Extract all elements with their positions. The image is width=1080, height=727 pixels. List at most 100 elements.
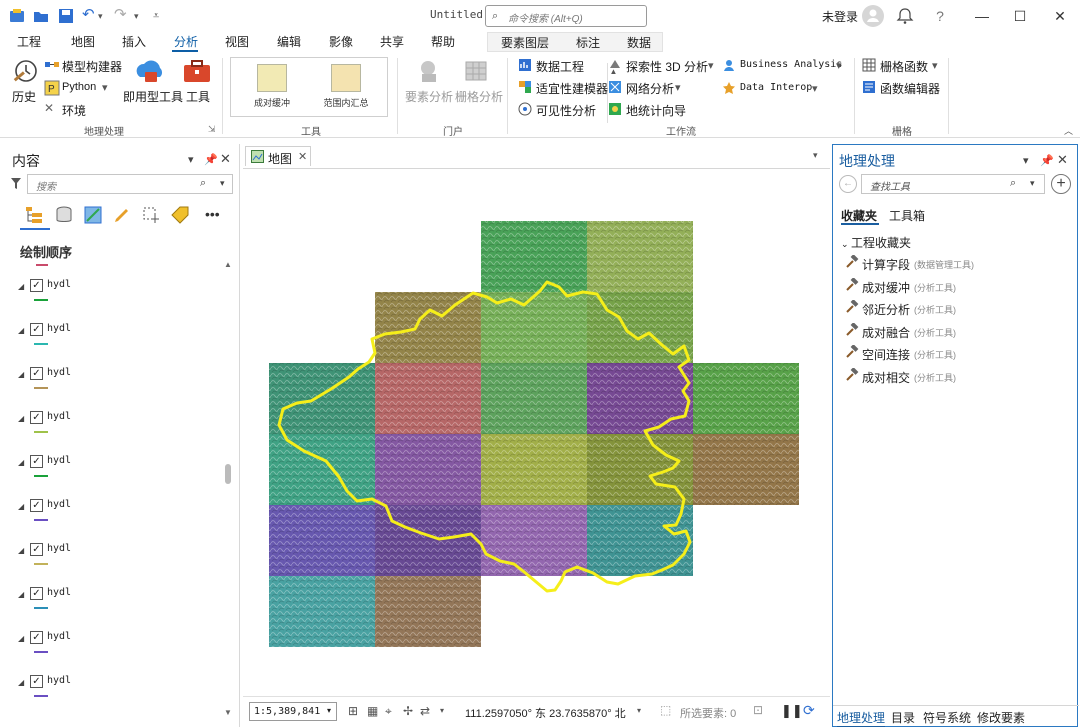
tab-edit[interactable]: 编辑 bbox=[277, 33, 301, 50]
project-icon[interactable] bbox=[8, 7, 26, 25]
map-drawing[interactable] bbox=[243, 169, 830, 697]
list-by-labeling-icon[interactable] bbox=[170, 205, 190, 225]
refresh-layer-icon[interactable]: ⊡ bbox=[753, 703, 763, 717]
dialog-launcher-icon[interactable]: ⇲ bbox=[208, 124, 216, 135]
search-icon[interactable]: ⌕ bbox=[1010, 177, 1016, 190]
exploratory-3d-dropdown-icon[interactable]: ▾ bbox=[708, 59, 714, 72]
map-canvas[interactable] bbox=[243, 168, 830, 696]
business-analysis-button[interactable]: Business Analysis bbox=[740, 59, 842, 70]
list-by-editing-icon[interactable] bbox=[112, 205, 132, 225]
model-builder-button[interactable]: 模型构建器 bbox=[62, 58, 122, 75]
raster-analysis-button[interactable]: 栅格分析 bbox=[455, 88, 503, 105]
search-icon[interactable]: ⌕ bbox=[200, 177, 206, 190]
pane-options-icon[interactable]: ▾ bbox=[188, 153, 194, 166]
help-icon[interactable]: ? bbox=[930, 6, 950, 26]
tab-project[interactable]: 工程 bbox=[17, 33, 41, 50]
data-interop-button[interactable]: Data Interop bbox=[740, 82, 812, 93]
map-tab[interactable]: 地图 ✕ bbox=[245, 146, 311, 166]
raster-functions-button[interactable]: 栅格函数 bbox=[880, 58, 928, 75]
layer-item[interactable]: ◢ ✓ hydl bbox=[18, 322, 218, 366]
map-tab-list-icon[interactable]: ▾ bbox=[813, 150, 818, 161]
environments-button[interactable]: 环境 bbox=[62, 102, 86, 119]
login-status[interactable]: 未登录 bbox=[822, 8, 858, 25]
tab-labeling[interactable]: 标注 bbox=[576, 34, 600, 51]
snapping-icon[interactable]: ⌖ bbox=[385, 704, 392, 719]
tools-dropdown-icon[interactable]: ▾ bbox=[440, 706, 444, 715]
list-by-snapping-icon[interactable] bbox=[141, 205, 161, 225]
layer-visibility-checkbox[interactable]: ✓ bbox=[30, 587, 43, 600]
ready-to-use-tools-icon[interactable] bbox=[134, 57, 166, 87]
toolbox-icon[interactable] bbox=[182, 58, 212, 84]
history-button[interactable]: 历史 bbox=[12, 88, 36, 105]
fixed-zoom-in-icon[interactable]: ⊞ bbox=[348, 704, 358, 718]
collapse-ribbon-icon[interactable]: ︿ bbox=[1064, 124, 1073, 137]
auto-hide-pin-icon[interactable]: 📌 bbox=[1040, 154, 1054, 167]
close-pane-icon[interactable]: ✕ bbox=[1057, 152, 1068, 168]
layer-item[interactable]: ◢ ✓ hydl bbox=[18, 674, 218, 718]
list-by-drawing-order-icon[interactable] bbox=[24, 205, 44, 225]
layer-item[interactable]: ◢ ✓ hydl bbox=[18, 366, 218, 410]
tab-toolboxes[interactable]: 工具箱 bbox=[889, 207, 925, 224]
tab-imagery[interactable]: 影像 bbox=[329, 33, 353, 50]
command-search-input[interactable]: ⌕ 命令搜索 (Alt+Q) bbox=[485, 5, 647, 27]
navigate-icon[interactable]: ✢ bbox=[403, 704, 413, 718]
layer-visibility-checkbox[interactable]: ✓ bbox=[30, 455, 43, 468]
grid-icon[interactable]: ▦ bbox=[367, 704, 378, 718]
tab-feature-layer[interactable]: 要素图层 bbox=[501, 34, 549, 51]
maximize-icon[interactable]: ☐ bbox=[1010, 6, 1030, 26]
gallery-pairwise-buffer[interactable]: 成对缓冲 bbox=[237, 64, 307, 114]
back-icon[interactable]: ← bbox=[839, 175, 857, 193]
collapse-triangle-icon[interactable]: ◢ bbox=[18, 414, 24, 423]
project-favorites-header[interactable]: ⌄ 工程收藏夹 bbox=[841, 234, 911, 251]
layer-visibility-checkbox[interactable]: ✓ bbox=[30, 367, 43, 380]
coordinate-format-dropdown-icon[interactable]: ▾ bbox=[637, 706, 641, 715]
history-icon[interactable] bbox=[10, 57, 40, 87]
tab-insert[interactable]: 插入 bbox=[122, 33, 146, 50]
list-by-source-icon[interactable] bbox=[54, 205, 74, 225]
geostatistical-wizard-button[interactable]: 地统计向导 bbox=[626, 102, 686, 119]
auto-hide-pin-icon[interactable]: 📌 bbox=[204, 153, 218, 166]
scroll-up-icon[interactable]: ▲ bbox=[224, 260, 232, 269]
tools-button[interactable]: 工具 bbox=[186, 88, 210, 105]
layer-item[interactable]: ◢ ✓ hydl bbox=[18, 586, 218, 630]
python-dropdown-icon[interactable]: ▾ bbox=[102, 81, 108, 94]
function-editor-button[interactable]: 函数编辑器 bbox=[880, 80, 940, 97]
avatar[interactable] bbox=[862, 5, 884, 27]
search-dropdown-icon[interactable]: ▾ bbox=[220, 178, 225, 189]
bottom-tab-symbology[interactable]: 符号系统 bbox=[923, 709, 971, 726]
python-button[interactable]: Python bbox=[62, 81, 96, 93]
notification-bell-icon[interactable] bbox=[896, 7, 914, 25]
feature-analysis-button[interactable]: 要素分析 bbox=[405, 88, 453, 105]
add-icon[interactable]: + bbox=[1051, 174, 1071, 194]
close-icon[interactable]: ✕ bbox=[1050, 6, 1070, 26]
scale-dropdown-icon[interactable]: ▾ bbox=[327, 706, 331, 715]
collapse-triangle-icon[interactable]: ◢ bbox=[18, 678, 24, 687]
layer-item[interactable]: ◢ ✓ hydl bbox=[18, 410, 218, 454]
pause-drawing-icon[interactable]: ⇄ bbox=[420, 704, 430, 718]
scale-selector[interactable]: 1:5,389,841 ▾ bbox=[249, 702, 337, 721]
redo-icon[interactable]: ↷ bbox=[114, 7, 132, 25]
search-dropdown-icon[interactable]: ▾ bbox=[1030, 178, 1035, 189]
layer-item[interactable]: ◢ ✓ hydl bbox=[18, 498, 218, 542]
more-options-icon[interactable]: ••• bbox=[205, 206, 220, 222]
scroll-thumb[interactable] bbox=[225, 464, 231, 484]
collapse-triangle-icon[interactable]: ◢ bbox=[18, 546, 24, 555]
tab-help[interactable]: 帮助 bbox=[431, 33, 455, 50]
tab-data[interactable]: 数据 bbox=[627, 34, 651, 51]
save-icon[interactable] bbox=[57, 7, 75, 25]
tab-view[interactable]: 视图 bbox=[225, 33, 249, 50]
suitability-modeler-button[interactable]: 适宜性建模器 bbox=[536, 80, 608, 97]
collapse-triangle-icon[interactable]: ◢ bbox=[18, 282, 24, 291]
contents-search-input[interactable]: 搜索 ⌕ ▾ bbox=[27, 174, 233, 194]
close-pane-icon[interactable]: ✕ bbox=[220, 151, 231, 167]
collapse-triangle-icon[interactable]: ◢ bbox=[18, 458, 24, 467]
bottom-tab-geoprocessing[interactable]: 地理处理 bbox=[837, 709, 886, 727]
collapse-triangle-icon[interactable]: ◢ bbox=[18, 634, 24, 643]
filter-icon[interactable] bbox=[10, 177, 22, 191]
tab-favorites[interactable]: 收藏夹 bbox=[841, 207, 877, 224]
close-map-tab-icon[interactable]: ✕ bbox=[298, 150, 307, 163]
refresh-icon[interactable]: ⟳ bbox=[803, 702, 815, 719]
gallery-summarize-within[interactable]: 范围内汇总 bbox=[311, 64, 381, 114]
collapse-triangle-icon[interactable]: ◢ bbox=[18, 590, 24, 599]
ready-to-use-tools-button[interactable]: 即用型工具 bbox=[123, 88, 183, 105]
